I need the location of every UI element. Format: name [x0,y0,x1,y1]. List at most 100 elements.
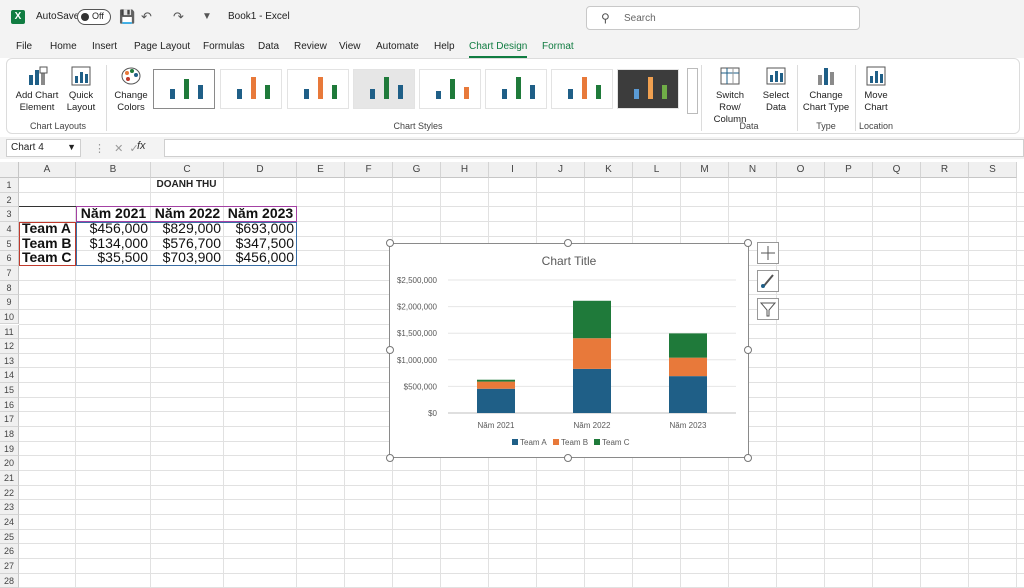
row-header-23[interactable]: 23 [0,500,19,515]
tab-help[interactable]: Help [434,41,455,52]
tab-formulas[interactable]: Formulas [203,41,245,52]
row-header-20[interactable]: 20 [0,456,19,471]
name-box[interactable]: Chart 4 ▼ [6,139,81,157]
row-header-14[interactable]: 14 [0,368,19,384]
tab-page-layout[interactable]: Page Layout [134,41,190,52]
resize-handle-r[interactable] [744,346,752,354]
chart-elements-plus-icon[interactable] [757,242,779,264]
tab-review[interactable]: Review [294,41,327,52]
row-header-9[interactable]: 9 [0,295,19,310]
chart-filter-funnel-icon[interactable] [757,298,779,320]
row-header-6[interactable]: 6 [0,251,19,266]
resize-handle-br[interactable] [744,454,752,462]
resize-handle-tl[interactable] [386,239,394,247]
tab-file[interactable]: File [16,41,32,52]
row-header-11[interactable]: 11 [0,324,19,340]
row-header-22[interactable]: 22 [0,485,19,501]
row-header-28[interactable]: 28 [0,573,19,588]
change-colors-button[interactable]: Change Colors [111,65,151,114]
column-header-r[interactable]: R [921,162,969,178]
row-header-16[interactable]: 16 [0,397,19,413]
insert-function-icon[interactable]: fx [137,140,146,152]
chart-style-6[interactable] [485,69,547,109]
column-header-m[interactable]: M [681,162,729,178]
tab-automate[interactable]: Automate [376,41,419,52]
quick-layout-button[interactable]: Quick Layout [63,65,99,114]
column-header-g[interactable]: G [393,162,441,178]
chart-style-8[interactable] [617,69,679,109]
column-header-k[interactable]: K [585,162,633,178]
switch-row-column-button[interactable]: Switch Row/ Column [704,65,756,126]
tab-view[interactable]: View [339,41,361,52]
row-header-24[interactable]: 24 [0,514,19,530]
chart-style-1[interactable] [153,69,215,109]
chart-style-5[interactable] [419,69,481,109]
row-header-21[interactable]: 21 [0,471,19,486]
document-title: Book1 - Excel [228,11,290,22]
row-header-3[interactable]: 3 [0,207,19,222]
redo-icon[interactable]: ↷ [173,9,184,25]
y-tick-label: $2,000,000 [397,303,438,312]
column-header-p[interactable]: P [825,162,873,178]
sheet-title-cell[interactable]: DOANH THU [76,176,297,194]
column-header-l[interactable]: L [633,162,681,178]
move-chart-label-1: Move [864,90,888,101]
column-header-n[interactable]: N [729,162,777,178]
row-header-26[interactable]: 26 [0,544,19,559]
row-header-17[interactable]: 17 [0,412,19,428]
row-header-5[interactable]: 5 [0,236,19,252]
column-header-j[interactable]: J [537,162,585,178]
chart-styles-gallery-scroll[interactable] [687,68,698,114]
column-header-a[interactable]: A [19,162,76,178]
row-header-27[interactable]: 27 [0,558,19,574]
row-header-25[interactable]: 25 [0,529,19,545]
chart-styles-brush-icon[interactable] [757,270,779,292]
row-header-10[interactable]: 10 [0,309,19,325]
row-header-13[interactable]: 13 [0,353,19,369]
column-header-f[interactable]: F [345,162,393,178]
chart-style-4[interactable] [353,69,415,109]
tab-chart-design[interactable]: Chart Design [469,41,528,58]
row-header-18[interactable]: 18 [0,427,19,442]
chart-style-3[interactable] [287,69,349,109]
undo-icon[interactable]: ↶ [141,9,152,25]
customize-toolbar-icon[interactable]: ▼ [202,11,212,22]
tab-data[interactable]: Data [258,41,279,52]
resize-handle-t[interactable] [564,239,572,247]
row-header-19[interactable]: 19 [0,441,19,457]
tab-insert[interactable]: Insert [92,41,117,52]
autosave-toggle[interactable]: Off [77,9,111,25]
tab-format[interactable]: Format [542,41,574,52]
chart-style-2[interactable] [220,69,282,109]
row-header-4[interactable]: 4 [0,221,19,237]
column-header-s[interactable]: S [969,162,1017,178]
change-chart-type-button[interactable]: Change Chart Type [801,65,851,114]
resize-handle-bl[interactable] [386,454,394,462]
row-header-15[interactable]: 15 [0,383,19,398]
resize-handle-tr[interactable] [744,239,752,247]
move-chart-button[interactable]: Move Chart [859,65,893,114]
add-chart-element-button[interactable]: Add Chart Element [15,65,59,114]
save-icon[interactable]: 💾 [119,9,135,25]
resize-handle-b[interactable] [564,454,572,462]
formula-input[interactable] [164,139,1024,157]
row-header-7[interactable]: 7 [0,265,19,281]
column-header-q[interactable]: Q [873,162,921,178]
column-header-e[interactable]: E [297,162,345,178]
search-box[interactable]: ⚲ Search [586,6,860,30]
chart[interactable]: Chart Title $0 $500,000 $1,000,000 $1,500,0… [389,243,749,458]
column-header-o[interactable]: O [777,162,825,178]
column-header-i[interactable]: I [489,162,537,178]
resize-handle-l[interactable] [386,346,394,354]
select-data-button[interactable]: Select Data [759,65,793,114]
row-header-2[interactable]: 2 [0,192,19,208]
switch-row-column-icon [719,65,741,87]
tab-home[interactable]: Home [50,41,77,52]
select-all-corner[interactable] [0,162,19,178]
row-header-12[interactable]: 12 [0,339,19,354]
select-data-icon [765,65,787,87]
row-header-1[interactable]: 1 [0,178,19,193]
row-header-8[interactable]: 8 [0,280,19,296]
column-header-h[interactable]: H [441,162,489,178]
chart-style-7[interactable] [551,69,613,109]
